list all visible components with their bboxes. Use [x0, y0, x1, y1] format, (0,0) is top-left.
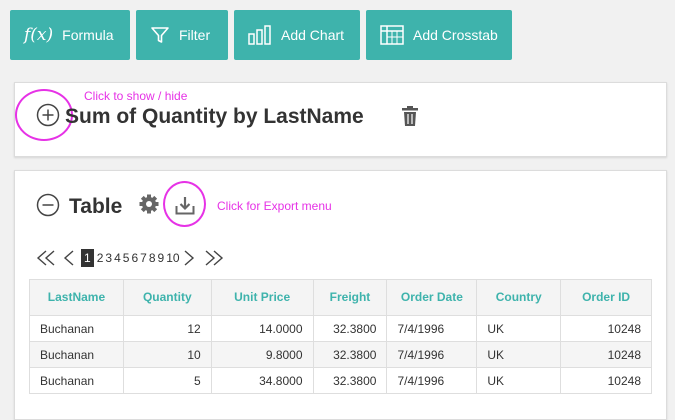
add-crosstab-button[interactable]: Add Crosstab: [366, 10, 512, 60]
filter-icon: [150, 25, 170, 45]
filter-button[interactable]: Filter: [136, 10, 228, 60]
table-panel: Table Click for Export menu 1 2 3 4 5 6 7 8 9 10: [14, 170, 667, 420]
table-cell: 32.3800: [312, 367, 388, 394]
table-cell: 10248: [560, 341, 652, 368]
table-cell: 7/4/1996: [386, 341, 478, 368]
table-cell: 10: [122, 341, 212, 368]
formula-label: Formula: [62, 27, 114, 43]
formula-button[interactable]: f(x) Formula: [10, 10, 130, 60]
table-cell: UK: [476, 315, 562, 342]
table-row: Buchanan 12 14.0000 32.3800 7/4/1996 UK 10248: [29, 315, 652, 342]
table-body: Buchanan 12 14.0000 32.3800 7/4/1996 UK 10248 B…: [29, 315, 652, 394]
table-cell: Buchanan: [29, 315, 124, 342]
page-link[interactable]: 3: [104, 251, 113, 265]
table-cell: 7/4/1996: [386, 315, 478, 342]
table-cell: 5: [122, 367, 212, 394]
table-cell: 34.8000: [210, 367, 314, 394]
first-page-icon[interactable]: [35, 249, 59, 267]
table-cell: 14.0000: [210, 315, 314, 342]
filter-label: Filter: [179, 27, 211, 43]
table-cell: 7/4/1996: [386, 367, 478, 394]
page-link[interactable]: 5: [122, 251, 131, 265]
crosstab-icon: [380, 25, 404, 45]
trash-icon[interactable]: [401, 105, 419, 127]
table-cell: 32.3800: [312, 341, 388, 368]
table-cell: 10248: [560, 367, 652, 394]
column-header[interactable]: LastName: [29, 279, 124, 316]
table-cell: Buchanan: [29, 341, 124, 368]
table-cell: Buchanan: [29, 367, 124, 394]
summary-panel: Click to show / hide Sum of Quantity by …: [14, 82, 667, 157]
page-links: 2 3 4 5 6 7 8 9 10: [96, 251, 181, 265]
page-link-active[interactable]: 1: [81, 249, 94, 267]
column-header[interactable]: Country: [476, 279, 562, 316]
column-header[interactable]: Quantity: [122, 279, 212, 316]
column-header[interactable]: Order ID: [560, 279, 652, 316]
page-link[interactable]: 8: [148, 251, 157, 265]
table-row: Buchanan 10 9.8000 32.3800 7/4/1996 UK 10248: [29, 341, 652, 368]
column-header[interactable]: Freight: [312, 279, 388, 316]
table-row: Buchanan 5 34.8000 32.3800 7/4/1996 UK 10248: [29, 367, 652, 394]
pager: 1 2 3 4 5 6 7 8 9 10: [35, 248, 225, 268]
bar-chart-icon: [248, 25, 272, 45]
page-link[interactable]: 10: [165, 251, 180, 265]
last-page-icon[interactable]: [201, 249, 225, 267]
page-link[interactable]: 6: [130, 251, 139, 265]
next-page-icon[interactable]: [183, 249, 195, 267]
download-icon[interactable]: [175, 195, 195, 215]
table-cell: 32.3800: [312, 315, 388, 342]
page-link[interactable]: 7: [139, 251, 148, 265]
add-crosstab-label: Add Crosstab: [413, 27, 498, 43]
table-cell: 9.8000: [210, 341, 314, 368]
prev-page-icon[interactable]: [63, 249, 75, 267]
minus-circle-icon[interactable]: [36, 193, 60, 217]
gear-icon[interactable]: [139, 194, 159, 214]
table-header-row: LastName Quantity Unit Price Freight Order D…: [29, 279, 652, 316]
add-chart-label: Add Chart: [281, 27, 345, 43]
formula-icon: f(x): [24, 25, 54, 45]
column-header[interactable]: Unit Price: [210, 279, 314, 316]
column-header[interactable]: Order Date: [386, 279, 478, 316]
table-cell: UK: [476, 367, 562, 394]
page-link[interactable]: 4: [113, 251, 122, 265]
table-cell: 10248: [560, 315, 652, 342]
panel-title: Sum of Quantity by LastName: [65, 105, 364, 128]
data-table: LastName Quantity Unit Price Freight Order D…: [29, 279, 652, 394]
page-link[interactable]: 9: [157, 251, 166, 265]
export-annotation: Click for Export menu: [217, 199, 332, 213]
table-cell: 12: [122, 315, 212, 342]
table-cell: UK: [476, 341, 562, 368]
toolbar: f(x) Formula Filter Add Chart Add Crosst…: [10, 10, 512, 60]
panel-title: Table: [69, 195, 123, 218]
add-chart-button[interactable]: Add Chart: [234, 10, 360, 60]
page-link[interactable]: 2: [96, 251, 105, 265]
plus-circle-icon[interactable]: [36, 103, 60, 127]
toggle-annotation: Click to show / hide: [84, 89, 188, 103]
